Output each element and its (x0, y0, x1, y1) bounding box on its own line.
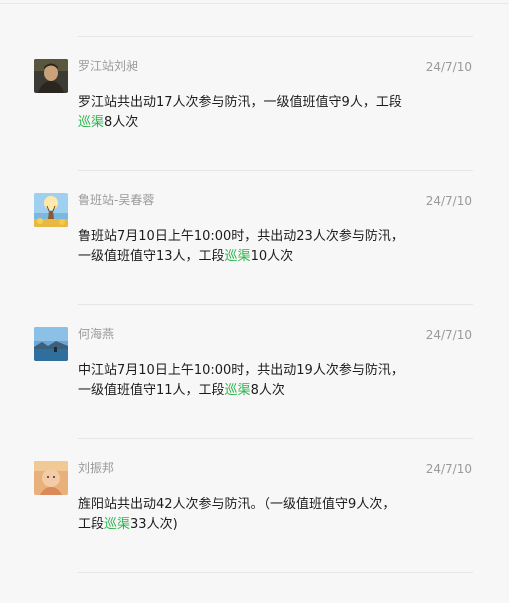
divider (78, 170, 473, 171)
keyword-link[interactable]: 巡渠 (104, 517, 130, 532)
divider (78, 572, 473, 573)
message-text-tail: 8人次 (104, 115, 139, 130)
person-portrait-avatar[interactable] (34, 59, 68, 93)
message-time: 24/7/10 (425, 194, 472, 208)
message-text: 罗江站共出动17人次参与防汛，一级值班值守9人，工段 (78, 95, 402, 110)
message-content: 中江站7月10日上午10:00时，共出动19人次参与防汛，一级值班值守11人，工… (78, 361, 408, 401)
message-time: 24/7/10 (425, 328, 472, 342)
sender-name: 鲁班站-吴春蓉 (78, 193, 155, 207)
top-border (0, 3, 509, 4)
message-time: 24/7/10 (425, 462, 472, 476)
message-time: 24/7/10 (425, 60, 472, 74)
sender-name: 何海燕 (78, 327, 115, 341)
sender-name: 刘振邦 (78, 461, 115, 475)
message-item: 鲁班站-吴春蓉 24/7/10 鲁班站7月10日上午10:00时，共出动23人次… (0, 193, 509, 293)
keyword-link[interactable]: 巡渠 (78, 115, 104, 130)
message-content: 旌阳站共出动42人次参与防汛。（一级值班值守9人次，工段巡渠33人次) (78, 495, 408, 535)
message-content: 罗江站共出动17人次参与防汛，一级值班值守9人，工段巡渠8人次 (78, 93, 408, 133)
sender-name: 罗江站刘昶 (78, 59, 139, 73)
message-text-tail: 8人次 (250, 383, 285, 398)
keyword-link[interactable]: 巡渠 (225, 383, 251, 398)
divider (78, 304, 473, 305)
message-item: 罗江站刘昶 24/7/10 罗江站共出动17人次参与防汛，一级值班值守9人，工段… (0, 59, 509, 159)
divider (78, 438, 473, 439)
baby-photo-avatar[interactable] (34, 461, 68, 495)
message-item: 何海燕 24/7/10 中江站7月10日上午10:00时，共出动19人次参与防汛… (0, 327, 509, 427)
message-text-tail: 33人次) (130, 517, 178, 532)
message-item: 刘振邦 24/7/10 旌阳站共出动42人次参与防汛。（一级值班值守9人次，工段… (0, 461, 509, 561)
lake-landscape-avatar[interactable] (34, 327, 68, 361)
message-content: 鲁班站7月10日上午10:00时，共出动23人次参与防汛，一级值班值守13人，工… (78, 227, 408, 267)
message-text-tail: 10人次 (250, 249, 294, 264)
divider (78, 36, 473, 37)
keyword-link[interactable]: 巡渠 (225, 249, 251, 264)
deer-landscape-avatar[interactable] (34, 193, 68, 227)
